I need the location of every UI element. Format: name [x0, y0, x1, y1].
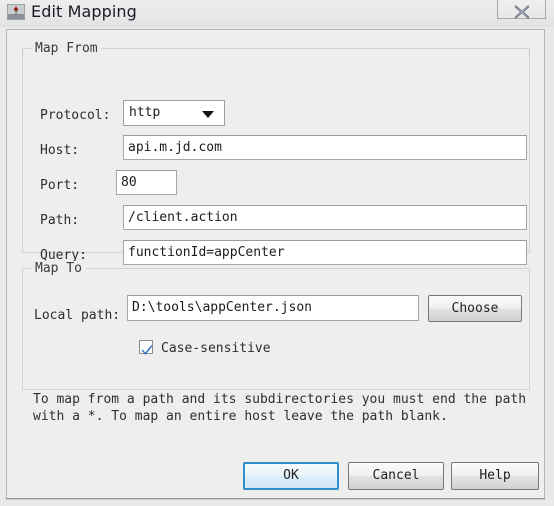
title-bar: Edit Mapping	[0, 0, 554, 27]
chevron-down-icon	[202, 111, 214, 118]
protocol-value: http	[129, 105, 161, 120]
help-text-line1: To map from a path and its subdirectorie…	[33, 392, 527, 407]
dialog-window: Edit Mapping Map From Protocol: http Hos…	[0, 0, 554, 506]
path-input[interactable]: /client.action	[123, 205, 527, 230]
close-icon	[514, 4, 530, 19]
choose-button[interactable]: Choose	[428, 295, 522, 322]
cancel-button[interactable]: Cancel	[348, 462, 444, 490]
path-label: Path:	[40, 213, 80, 228]
window-title: Edit Mapping	[31, 2, 137, 21]
map-from-legend: Map From	[31, 41, 102, 56]
help-text-line2: with a *. To map an entire host leave th…	[33, 409, 448, 424]
close-button[interactable]	[497, 0, 546, 19]
case-sensitive-checkbox[interactable]	[139, 340, 153, 355]
checkmark-icon	[141, 341, 153, 355]
ok-button[interactable]: OK	[243, 462, 339, 490]
port-input[interactable]: 80	[116, 170, 177, 195]
dialog-client: Map From Protocol: http Host: api.m.jd.c…	[6, 29, 545, 500]
host-input[interactable]: api.m.jd.com	[123, 135, 527, 160]
case-sensitive-label: Case-sensitive	[161, 341, 271, 356]
map-to-legend: Map To	[31, 261, 86, 276]
app-icon	[7, 3, 25, 21]
protocol-select[interactable]: http	[123, 100, 225, 126]
host-label: Host:	[40, 143, 80, 158]
help-button[interactable]: Help	[451, 462, 539, 490]
map-to-group: Map To	[22, 261, 530, 390]
protocol-label: Protocol:	[40, 108, 111, 123]
port-label: Port:	[40, 178, 80, 193]
local-path-label: Local path:	[34, 308, 121, 323]
local-path-input[interactable]: D:\tools\appCenter.json	[127, 295, 419, 321]
query-input[interactable]: functionId=appCenter	[123, 240, 527, 265]
